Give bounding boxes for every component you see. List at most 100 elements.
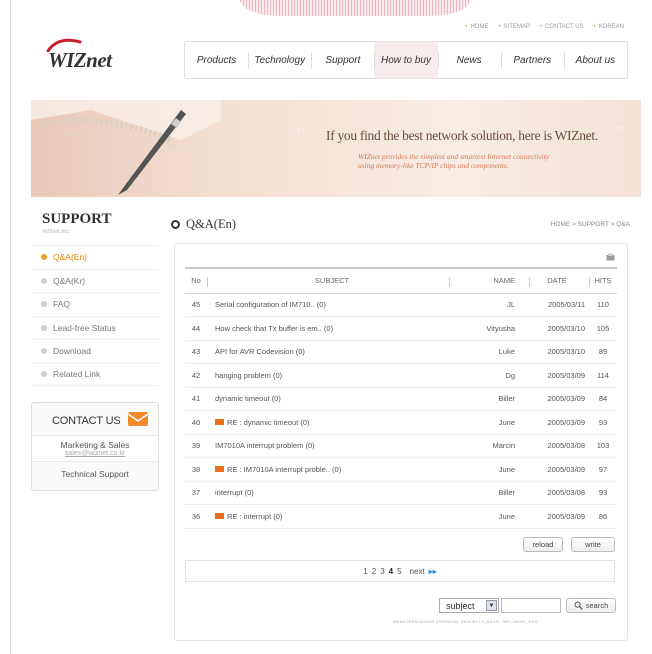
row-subject-link[interactable]: RE : dynamic timeout (0) bbox=[227, 418, 310, 427]
nav-how-to-buy[interactable]: How to buy bbox=[374, 42, 438, 78]
table-row: 45 Serial configuration of IM710.. (0) J… bbox=[185, 293, 617, 317]
row-subject-link[interactable]: interrupt (0) bbox=[207, 481, 449, 505]
pagination: 1 2 3 4 5 next ▸▸ bbox=[185, 560, 615, 582]
next-page-link[interactable]: next bbox=[410, 567, 425, 576]
row-date: 2005/03/08 bbox=[529, 481, 589, 505]
nav-products[interactable]: Products bbox=[185, 42, 248, 78]
main-nav: Products Technology Support How to buy N… bbox=[184, 41, 628, 79]
row-subject-link[interactable]: RE : IM7010A interrupt proble.. (0) bbox=[227, 465, 341, 474]
row-name: Dg bbox=[449, 363, 529, 388]
row-no: 43 bbox=[185, 340, 207, 364]
search-input[interactable] bbox=[501, 598, 561, 613]
row-hits: 93 bbox=[589, 410, 617, 435]
sidebar-title: SUPPORT bbox=[42, 211, 112, 227]
contact-marketing[interactable]: Marketing & Sales sales@wiznet.co.kr bbox=[32, 435, 158, 462]
row-subject-cell: RE : interrupt (0) bbox=[207, 504, 449, 529]
util-sitemap-link[interactable]: SITEMAP bbox=[499, 24, 530, 30]
bullet-icon bbox=[41, 301, 47, 308]
row-no: 45 bbox=[185, 293, 207, 317]
search-field-select[interactable]: subject ▼ bbox=[439, 598, 499, 613]
row-date: 2005/03/09 bbox=[529, 504, 589, 529]
row-date: 2005/03/09 bbox=[529, 457, 589, 482]
col-header-date: DATE bbox=[529, 267, 589, 294]
search-button[interactable]: search bbox=[566, 598, 616, 613]
row-subject-link[interactable]: Serial configuration of IM710.. (0) bbox=[207, 293, 449, 317]
row-name: June bbox=[449, 457, 529, 482]
frame-border bbox=[10, 0, 11, 654]
bullet-icon bbox=[41, 348, 47, 355]
table-header-row: No SUBJECT NAME DATE HITS bbox=[185, 267, 617, 294]
table-row: 37 interrupt (0) Biller 2005/03/08 93 bbox=[185, 481, 617, 505]
sidebar-item-download[interactable]: Download bbox=[31, 339, 159, 363]
board-panel: No SUBJECT NAME DATE HITS 45 Serial conf… bbox=[174, 243, 628, 641]
row-no: 42 bbox=[185, 363, 207, 388]
row-date: 2005/03/08 bbox=[529, 434, 589, 458]
row-no: 44 bbox=[185, 316, 207, 341]
col-header-hits: HITS bbox=[589, 267, 617, 294]
row-subject-link[interactable]: API for AVR Codevision (0) bbox=[207, 340, 449, 364]
page-link-3[interactable]: 3 bbox=[380, 567, 384, 576]
table-row: 36 RE : interrupt (0) June 2005/03/09 86 bbox=[185, 504, 617, 529]
chevron-down-icon[interactable]: ▼ bbox=[486, 600, 497, 611]
col-header-no: No bbox=[185, 267, 207, 294]
sidebar-subtitle: WIZnet.Inc. bbox=[42, 229, 71, 235]
util-contact-link[interactable]: CONTACT US bbox=[540, 24, 583, 30]
search-icon bbox=[574, 601, 583, 610]
page-link-1[interactable]: 1 bbox=[363, 567, 367, 576]
row-name: Luke bbox=[449, 340, 529, 364]
util-korean-link[interactable]: KOREAN bbox=[594, 24, 624, 30]
row-hits: 114 bbox=[589, 363, 617, 388]
bullet-icon bbox=[41, 324, 47, 331]
row-name: Vityusha bbox=[449, 316, 529, 341]
row-no: 37 bbox=[185, 481, 207, 505]
row-subject-link[interactable]: How check that Tx buffer is em.. (0) bbox=[207, 316, 449, 341]
hero-banner: “ If you find the best network solution,… bbox=[31, 100, 641, 197]
wiznet-logo[interactable]: WIZnet bbox=[44, 38, 136, 72]
next-arrow-icon[interactable]: ▸▸ bbox=[429, 567, 437, 576]
nav-news[interactable]: News bbox=[437, 42, 501, 78]
row-hits: 89 bbox=[589, 340, 617, 364]
row-hits: 84 bbox=[589, 387, 617, 411]
page-link-2[interactable]: 2 bbox=[372, 567, 376, 576]
nav-about-us[interactable]: About us bbox=[563, 42, 627, 78]
bullet-icon bbox=[41, 254, 47, 261]
breadcrumb: HOME > SUPPORT > Q&A bbox=[550, 221, 630, 228]
sidebar-menu: Q&A(En) Q&A(Kr) FAQ Lead-free Status Dow… bbox=[31, 245, 159, 386]
reply-icon bbox=[215, 466, 224, 472]
sidebar-item-related-link[interactable]: Related Link bbox=[31, 362, 159, 386]
row-subject-cell: RE : dynamic timeout (0) bbox=[207, 410, 449, 435]
sidebar-item-faq[interactable]: FAQ bbox=[31, 292, 159, 316]
row-subject-link[interactable]: RE : interrupt (0) bbox=[227, 512, 282, 521]
reload-button[interactable]: reload bbox=[523, 537, 563, 552]
sidebar-item-qa-en[interactable]: Q&A(En) bbox=[31, 245, 159, 269]
table-row: 44 How check that Tx buffer is em.. (0) … bbox=[185, 316, 617, 341]
table-row: 39 IM7010A interrupt problem (0) Marcin … bbox=[185, 434, 617, 458]
nav-support[interactable]: Support bbox=[311, 42, 374, 78]
page-link-4-current[interactable]: 4 bbox=[389, 567, 393, 576]
table-row: 38 RE : IM7010A interrupt proble.. (0) J… bbox=[185, 457, 617, 482]
row-name: June bbox=[449, 504, 529, 529]
pencil-notebook-icon bbox=[31, 100, 221, 195]
util-home-link[interactable]: HOME bbox=[465, 24, 489, 30]
reply-icon bbox=[215, 419, 224, 425]
nav-technology[interactable]: Technology bbox=[248, 42, 311, 78]
row-date: 2005/03/09 bbox=[529, 387, 589, 411]
row-date: 2005/03/09 bbox=[529, 363, 589, 388]
row-hits: 97 bbox=[589, 457, 617, 482]
row-subject-link[interactable]: hanging problem (0) bbox=[207, 363, 449, 388]
bullet-icon bbox=[41, 371, 47, 378]
row-hits: 103 bbox=[589, 434, 617, 458]
page-link-5[interactable]: 5 bbox=[397, 567, 401, 576]
row-date: 2005/03/10 bbox=[529, 340, 589, 364]
row-name: Biller bbox=[449, 387, 529, 411]
contact-technical-support[interactable]: Technical Support bbox=[32, 469, 158, 479]
row-subject-link[interactable]: dynamic timeout (0) bbox=[207, 387, 449, 411]
sidebar-item-lead-free[interactable]: Lead-free Status bbox=[31, 315, 159, 340]
print-icon[interactable] bbox=[606, 253, 615, 261]
write-button[interactable]: write bbox=[571, 537, 615, 552]
row-subject-link[interactable]: IM7010A interrupt problem (0) bbox=[207, 434, 449, 458]
sidebar-item-qa-kr[interactable]: Q&A(Kr) bbox=[31, 268, 159, 293]
nav-partners[interactable]: Partners bbox=[500, 42, 564, 78]
marketing-email-link[interactable]: sales@wiznet.co.kr bbox=[32, 450, 158, 457]
row-no: 38 bbox=[185, 457, 207, 482]
